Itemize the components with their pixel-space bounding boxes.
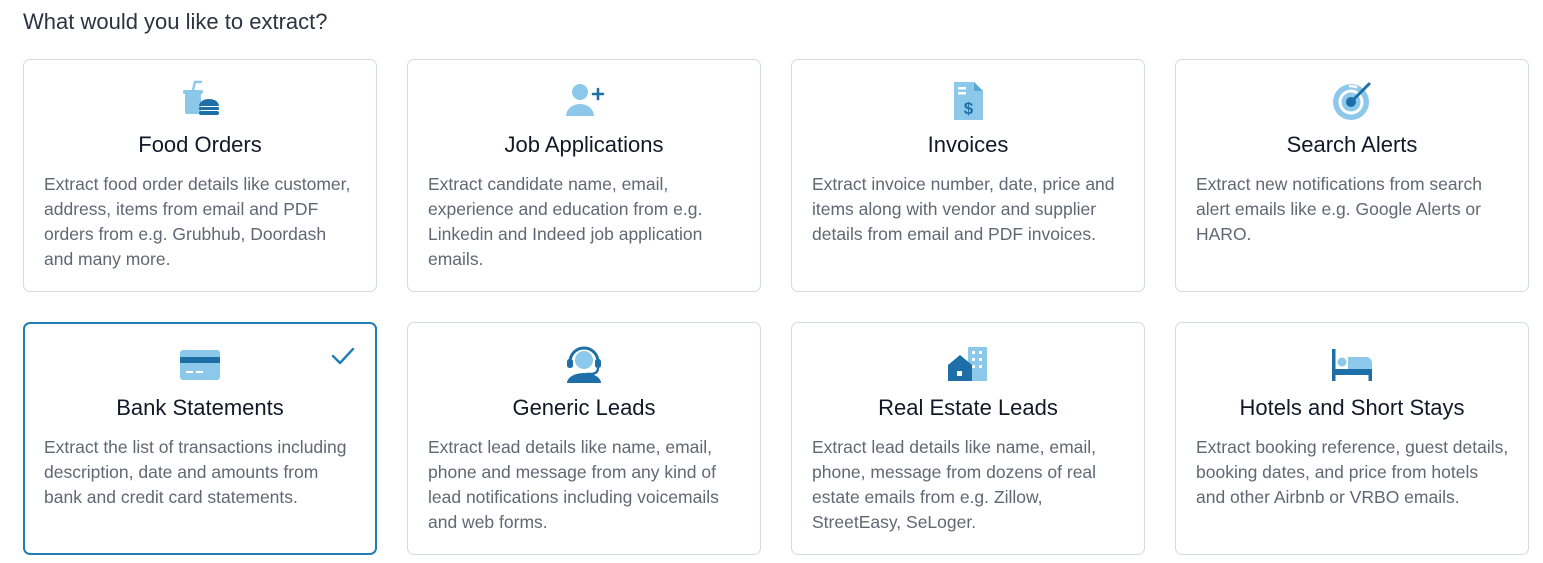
card-description: Extract lead details like name, email, p… bbox=[428, 437, 719, 532]
card-search-alerts[interactable]: Search Alerts Extract new notifications … bbox=[1175, 59, 1529, 292]
invoice-icon: $ bbox=[792, 80, 1144, 122]
card-generic-leads[interactable]: Generic Leads Extract lead details like … bbox=[407, 322, 761, 555]
card-description: Extract lead details like name, email, p… bbox=[812, 437, 1097, 532]
card-title: Search Alerts bbox=[1286, 132, 1418, 157]
card-title: Invoices bbox=[927, 132, 1009, 157]
card-description: Extract booking reference, guest details… bbox=[1196, 437, 1509, 507]
card-title: Real Estate Leads bbox=[878, 395, 1058, 420]
card-title: Bank Statements bbox=[116, 395, 284, 420]
bed-icon bbox=[1176, 343, 1528, 385]
headset-agent-icon bbox=[408, 343, 760, 385]
card-title: Food Orders bbox=[138, 132, 262, 157]
card-description: Extract new notifications from search al… bbox=[1196, 174, 1482, 244]
food-order-icon bbox=[24, 80, 376, 122]
card-title: Job Applications bbox=[504, 132, 664, 157]
card-invoices[interactable]: $ Invoices Extract invoice number, date,… bbox=[791, 59, 1145, 292]
card-title: Generic Leads bbox=[512, 395, 656, 420]
card-description: Extract food order details like customer… bbox=[44, 174, 351, 269]
card-job-applications[interactable]: Job Applications Extract candidate name,… bbox=[407, 59, 761, 292]
page-title: What would you like to extract? bbox=[23, 9, 328, 34]
credit-card-icon bbox=[25, 343, 375, 385]
card-food-orders[interactable]: Food Orders Extract food order details l… bbox=[23, 59, 377, 292]
card-description: Extract the list of transactions includi… bbox=[44, 437, 347, 507]
extraction-type-grid: Food Orders Extract food order details l… bbox=[23, 59, 1529, 555]
card-description: Extract invoice number, date, price and … bbox=[812, 174, 1115, 244]
card-bank-statements[interactable]: Bank Statements Extract the list of tran… bbox=[23, 322, 377, 555]
card-real-estate-leads[interactable]: Real Estate Leads Extract lead details l… bbox=[791, 322, 1145, 555]
radar-icon bbox=[1176, 80, 1528, 122]
card-hotels-short-stays[interactable]: Hotels and Short Stays Extract booking r… bbox=[1175, 322, 1529, 555]
buildings-icon bbox=[792, 343, 1144, 385]
card-title: Hotels and Short Stays bbox=[1239, 395, 1465, 420]
add-user-icon bbox=[408, 80, 760, 122]
card-description: Extract candidate name, email, experienc… bbox=[428, 174, 703, 269]
svg-text:$: $ bbox=[964, 99, 974, 118]
checkmark-icon bbox=[331, 347, 355, 365]
